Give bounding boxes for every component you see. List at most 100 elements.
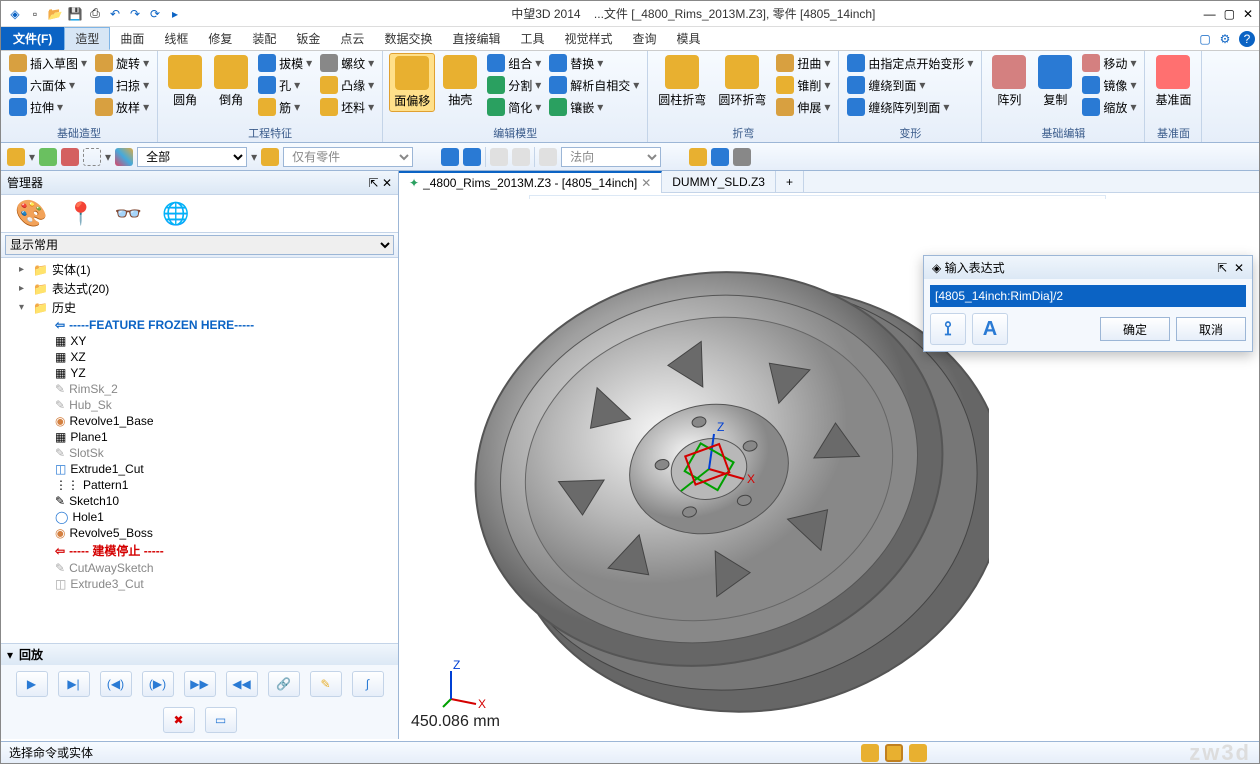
chevron-down-icon[interactable]: ▾ [7,648,13,662]
menutab-1[interactable]: 曲面 [110,27,154,50]
tree------ 建模停止 -----[interactable]: ⇦----- 建模停止 ----- [1,541,398,560]
menutab-4[interactable]: 装配 [242,27,286,50]
measure-icon[interactable]: ⟟ [930,313,966,345]
close-icon[interactable]: ✕ [641,176,651,190]
file-button[interactable]: 文件(F) [1,27,64,50]
close-icon[interactable]: ✕ [1243,7,1253,21]
menutab-8[interactable]: 直接编辑 [442,27,510,50]
arrow-icon[interactable] [689,148,707,166]
print-icon[interactable]: ⎙ [87,6,103,22]
pin-icon[interactable]: ⇱ [369,176,379,190]
link-icon[interactable]: 🔗 [268,671,300,697]
menutab-10[interactable]: 视觉样式 [554,27,622,50]
menutab-6[interactable]: 点云 [330,27,374,50]
close-icon[interactable]: ✕ [382,176,392,190]
tree-实体(1)[interactable]: ▸📁实体(1) [1,260,398,279]
tree-Extrude1_Cut[interactable]: ◫Extrude1_Cut [1,461,398,477]
ribbon-圆角[interactable]: 圆角 [164,53,206,110]
manager-tab-globe-icon[interactable]: 🌐 [162,201,189,227]
canvas-3d[interactable]: X Z X Z 450.086 mm [399,199,1259,739]
tree-Sketch10[interactable]: ✎Sketch10 [1,493,398,509]
redo-icon[interactable]: ↷ [127,6,143,22]
step-fwd-icon[interactable]: ▶| [58,671,90,697]
letter-a-icon[interactable]: A [972,313,1008,345]
ribbon-扭曲[interactable]: 扭曲▾ [774,53,832,73]
menutab-12[interactable]: 模具 [667,27,711,50]
tree-YZ[interactable]: ▦YZ [1,365,398,381]
tree-历史[interactable]: ▾📁历史 [1,298,398,317]
curve-icon[interactable]: ∫ [352,671,384,697]
minimize-icon[interactable]: — [1204,7,1216,21]
edit-icon[interactable]: ✎ [310,671,342,697]
tool5-icon[interactable] [539,148,557,166]
ribbon-面偏移[interactable]: 面偏移 [389,53,435,112]
chart-icon[interactable] [115,148,133,166]
ribbon-由指定点开始变形[interactable]: 由指定点开始变形▾ [845,53,975,73]
tool1-icon[interactable] [441,148,459,166]
ribbon-组合[interactable]: 组合▾ [485,53,543,73]
add-icon[interactable] [39,148,57,166]
ribbon-简化[interactable]: 简化▾ [485,97,543,117]
skip-back-icon[interactable]: (◀) [100,671,132,697]
cube-icon[interactable] [261,148,279,166]
manager-tab-palette-icon[interactable]: 🎨 [15,198,47,229]
ribbon-放样[interactable]: 放样▾ [93,97,151,117]
direction-select[interactable]: 法向 [561,147,661,167]
menutab-11[interactable]: 查询 [623,27,667,50]
tree-SlotSk[interactable]: ✎SlotSk [1,445,398,461]
tree-RimSk_2[interactable]: ✎RimSk_2 [1,381,398,397]
help-icon[interactable]: ? [1239,31,1255,47]
tree-Hole1[interactable]: ◯Hole1 [1,509,398,525]
menutab-5[interactable]: 钣金 [286,27,330,50]
ribbon-拉伸[interactable]: 拉伸▾ [7,97,89,117]
viewset-select[interactable]: 全部 [137,147,247,167]
close-icon[interactable]: ✕ [1234,261,1244,275]
viewmode-select[interactable]: 显示常用 [5,235,394,255]
menutab-3[interactable]: 修复 [198,27,242,50]
tree------FEATURE FROZEN HERE-----[interactable]: ⇦-----FEATURE FROZEN HERE----- [1,317,398,333]
ribbon-圆柱折弯[interactable]: 圆柱折弯 [654,53,710,110]
tree-Pattern1[interactable]: ⋮⋮Pattern1 [1,477,398,493]
tree-Revolve1_Base[interactable]: ◉Revolve1_Base [1,413,398,429]
manager-tab-stamp-icon[interactable]: 📍 [67,201,94,227]
menutab-2[interactable]: 线框 [154,27,198,50]
sb-icon1[interactable] [861,744,879,762]
chevron-down-icon[interactable]: ▾ [29,150,35,164]
select-icon[interactable] [7,148,25,166]
tree-CutAwaySketch[interactable]: ✎CutAwaySketch [1,560,398,576]
tool3-icon[interactable] [490,148,508,166]
tree-XY[interactable]: ▦XY [1,333,398,349]
ribbon-缠绕到面[interactable]: 缠绕到面▾ [845,75,975,95]
pin-icon[interactable]: ⇱ [1217,261,1227,275]
ribbon-抽壳[interactable]: 抽壳 [439,53,481,110]
screen-icon[interactable]: ▭ [205,707,237,733]
undo-icon[interactable]: ↶ [107,6,123,22]
ribbon-坯料[interactable]: 坯料▾ [318,97,376,117]
onlypart-select[interactable]: 仅有零件 [283,147,413,167]
delete-icon[interactable]: ✖ [163,707,195,733]
play-icon[interactable]: ▸ [167,6,183,22]
ribbon-扫掠[interactable]: 扫掠▾ [93,75,151,95]
new-tab-button[interactable]: + [776,171,804,193]
ribbon-插入草图[interactable]: 插入草图▾ [7,53,89,73]
save-icon[interactable]: 💾 [67,6,83,22]
ribbon-解析自相交[interactable]: 解析自相交▾ [547,75,641,95]
ribbon-分割[interactable]: 分割▾ [485,75,543,95]
tree-Hub_Sk[interactable]: ✎Hub_Sk [1,397,398,413]
ribbon-缠绕阵列到面[interactable]: 缠绕阵列到面▾ [845,97,975,117]
maximize-icon[interactable]: ▢ [1224,7,1235,21]
tree-表达式(20)[interactable]: ▸📁表达式(20) [1,279,398,298]
menutab-0[interactable]: 造型 [64,27,110,50]
sb-icon2[interactable] [885,744,903,762]
app-icon[interactable]: ◈ [7,6,23,22]
ok-button[interactable]: 确定 [1100,317,1170,341]
ribbon-阵列[interactable]: 阵列 [988,53,1030,110]
chevron-down-icon[interactable]: ▾ [105,150,111,164]
boxselect-icon[interactable] [83,148,101,166]
ribbon-镜像[interactable]: 镜像▾ [1080,75,1138,95]
menutab-9[interactable]: 工具 [510,27,554,50]
ribbon-凸缘[interactable]: 凸缘▾ [318,75,376,95]
ff-icon[interactable]: ▶▶ [184,671,216,697]
cancel-button[interactable]: 取消 [1176,317,1246,341]
ribbon-孔[interactable]: 孔▾ [256,75,314,95]
